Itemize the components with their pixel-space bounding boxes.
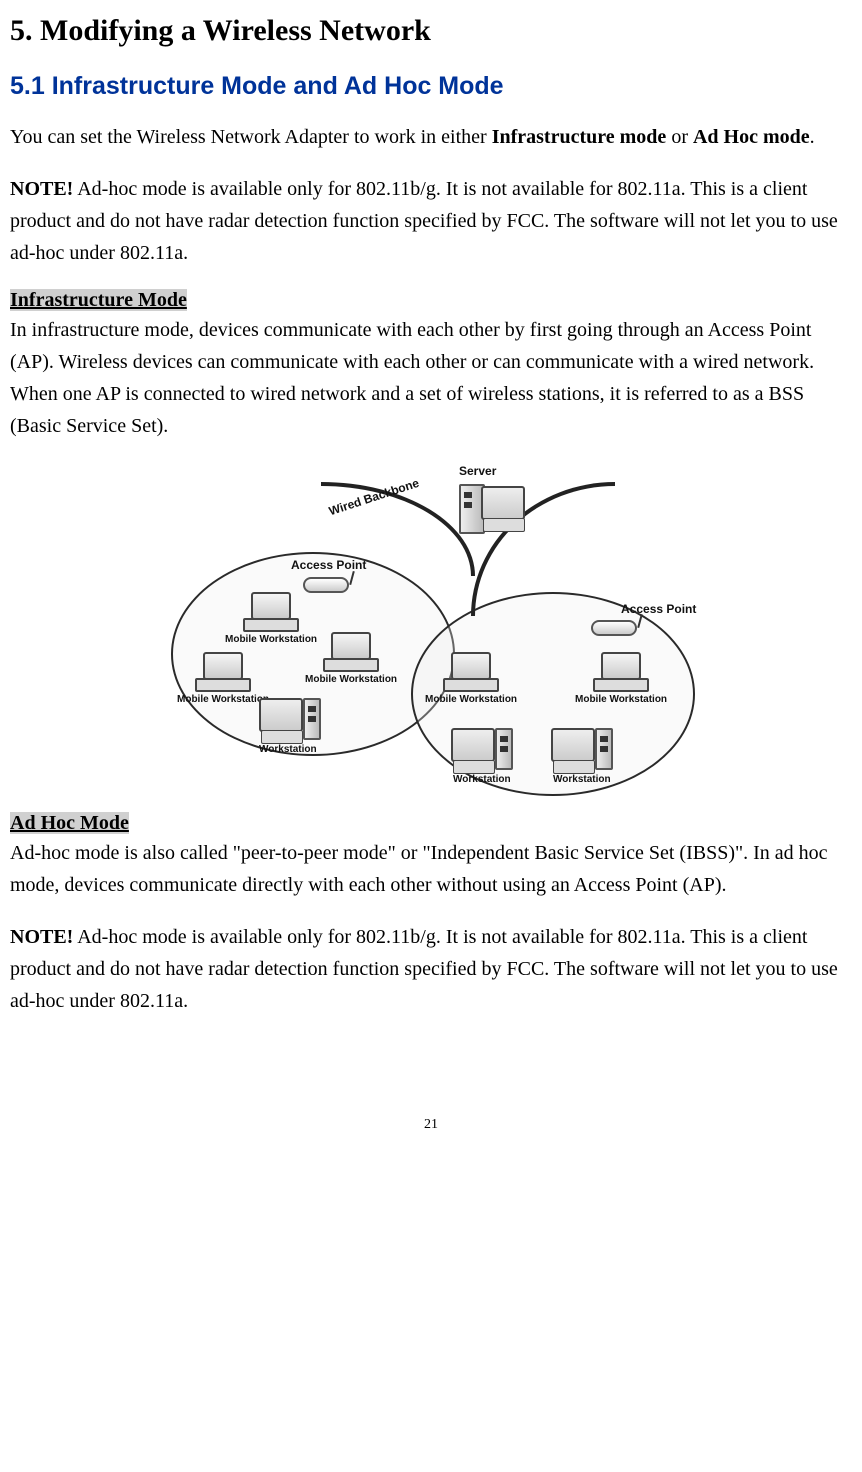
workstation-label: Workstation <box>553 774 611 785</box>
workstation-label: Workstation <box>453 774 511 785</box>
workstation-icon <box>259 698 305 744</box>
access-point-right-icon <box>591 620 637 636</box>
note-paragraph-2: NOTE! Ad-hoc mode is available only for … <box>10 921 852 1017</box>
intro-mid: or <box>666 126 693 148</box>
server-label: Server <box>459 464 496 478</box>
laptop-icon <box>193 652 249 692</box>
laptop-icon <box>591 652 647 692</box>
note-body: Ad-hoc mode is available only for 802.11… <box>10 926 838 1012</box>
intro-paragraph: You can set the Wireless Network Adapter… <box>10 121 852 153</box>
access-point-left-icon <box>303 577 349 593</box>
laptop-icon <box>241 592 297 632</box>
infra-head-wrap: Infrastructure Mode <box>10 289 852 312</box>
note-label: NOTE! <box>10 926 73 948</box>
access-point-right-label: Access Point <box>621 602 696 616</box>
subsection-title: 5.1 Infrastructure Mode and Ad Hoc Mode <box>10 72 852 101</box>
note-body: Ad-hoc mode is available only for 802.11… <box>10 178 838 264</box>
mobile-ws-label: Mobile Workstation <box>575 694 667 705</box>
workstation-icon <box>451 728 497 774</box>
mobile-ws-label: Mobile Workstation <box>177 694 269 705</box>
infra-head: Infrastructure Mode <box>10 289 187 311</box>
network-diagram: Server Wired Backbone Access Point Acces… <box>151 462 711 802</box>
workstation-tower-icon <box>495 728 513 770</box>
laptop-icon <box>321 632 377 672</box>
section-title: 5. Modifying a Wireless Network <box>10 14 852 48</box>
intro-bold-2: Ad Hoc mode <box>693 126 810 148</box>
laptop-icon <box>441 652 497 692</box>
mobile-ws-label: Mobile Workstation <box>305 674 397 685</box>
mobile-ws-label: Mobile Workstation <box>225 634 317 645</box>
server-monitor-icon <box>481 486 527 532</box>
workstation-tower-icon <box>303 698 321 740</box>
adhoc-body: Ad-hoc mode is also called "peer-to-peer… <box>10 837 852 901</box>
intro-bold-1: Infrastructure mode <box>492 126 667 148</box>
adhoc-head-wrap: Ad Hoc Mode <box>10 812 852 835</box>
intro-text: You can set the Wireless Network Adapter… <box>10 126 492 148</box>
workstation-label: Workstation <box>259 744 317 755</box>
adhoc-head: Ad Hoc Mode <box>10 812 129 834</box>
diagram-container: Server Wired Backbone Access Point Acces… <box>10 462 852 802</box>
mobile-ws-label: Mobile Workstation <box>425 694 517 705</box>
note-paragraph-1: NOTE! Ad-hoc mode is available only for … <box>10 173 852 269</box>
page-number: 21 <box>10 1117 852 1133</box>
intro-post: . <box>810 126 815 148</box>
workstation-tower-icon <box>595 728 613 770</box>
access-point-left-label: Access Point <box>291 558 366 572</box>
note-label: NOTE! <box>10 178 73 200</box>
workstation-icon <box>551 728 597 774</box>
infra-body: In infrastructure mode, devices communic… <box>10 314 852 442</box>
